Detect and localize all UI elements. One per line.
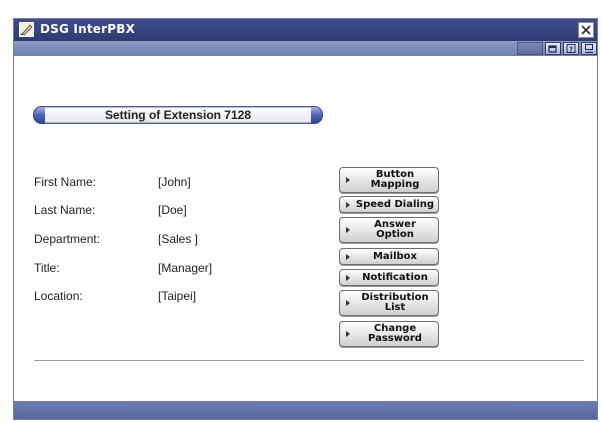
play-arrow-icon <box>346 300 350 306</box>
window-title: DSG InterPBX <box>40 22 136 36</box>
distribution-list-button[interactable]: Distribution List <box>339 290 439 316</box>
title-value: [Manager] <box>158 261 213 275</box>
section-header: Setting of Extension 7128 <box>33 105 323 125</box>
notification-label: Notification <box>362 271 428 283</box>
close-icon[interactable] <box>578 22 594 38</box>
button-mapping-button[interactable]: Button Mapping <box>339 167 439 193</box>
app-window: DSG InterPBX ? Setting of Extension 7128… <box>13 18 598 420</box>
toolbar: ? <box>14 41 597 56</box>
play-arrow-icon <box>346 201 350 208</box>
department-value: [Sales ] <box>158 232 199 246</box>
location-value: [Taipei] <box>158 289 197 303</box>
toolbar-buttons: ? <box>517 42 597 55</box>
divider <box>34 360 584 361</box>
change-password-label: Change Password <box>368 323 422 344</box>
notification-button[interactable]: Notification <box>339 269 439 286</box>
play-arrow-icon <box>346 331 350 337</box>
answer-option-label: Answer Option <box>374 219 416 240</box>
answer-option-button[interactable]: Answer Option <box>339 217 439 243</box>
distribution-list-label: Distribution List <box>361 292 429 313</box>
app-logo-icon <box>19 22 34 37</box>
help-icon[interactable]: ? <box>563 42 579 55</box>
department-label: Department: <box>34 232 101 246</box>
mailbox-label: Mailbox <box>372 250 418 262</box>
speed-dialing-label: Speed Dialing <box>355 198 435 210</box>
button-mapping-label: Button Mapping <box>370 169 420 190</box>
restore-icon[interactable] <box>545 42 561 55</box>
mailbox-button[interactable]: Mailbox <box>339 248 439 265</box>
play-arrow-icon <box>346 177 350 183</box>
toolbar-spacer <box>517 42 543 55</box>
last-name-value: [Doe] <box>158 203 187 217</box>
title-bar: DSG InterPBX <box>14 19 597 41</box>
speed-dialing-button[interactable]: Speed Dialing <box>339 196 439 213</box>
first-name-value: [John] <box>158 175 191 189</box>
svg-text:?: ? <box>569 46 573 54</box>
title-label: Title: <box>34 261 60 275</box>
play-arrow-icon <box>346 227 350 233</box>
last-name-label: Last Name: <box>34 203 96 217</box>
first-name-label: First Name: <box>34 175 97 189</box>
change-password-button[interactable]: Change Password <box>339 321 439 347</box>
section-title: Setting of Extension 7128 <box>104 108 252 122</box>
play-arrow-icon <box>346 253 350 260</box>
play-arrow-icon <box>346 274 350 281</box>
footer-bar <box>14 401 597 419</box>
location-label: Location: <box>34 289 83 303</box>
exit-icon[interactable] <box>581 42 597 55</box>
